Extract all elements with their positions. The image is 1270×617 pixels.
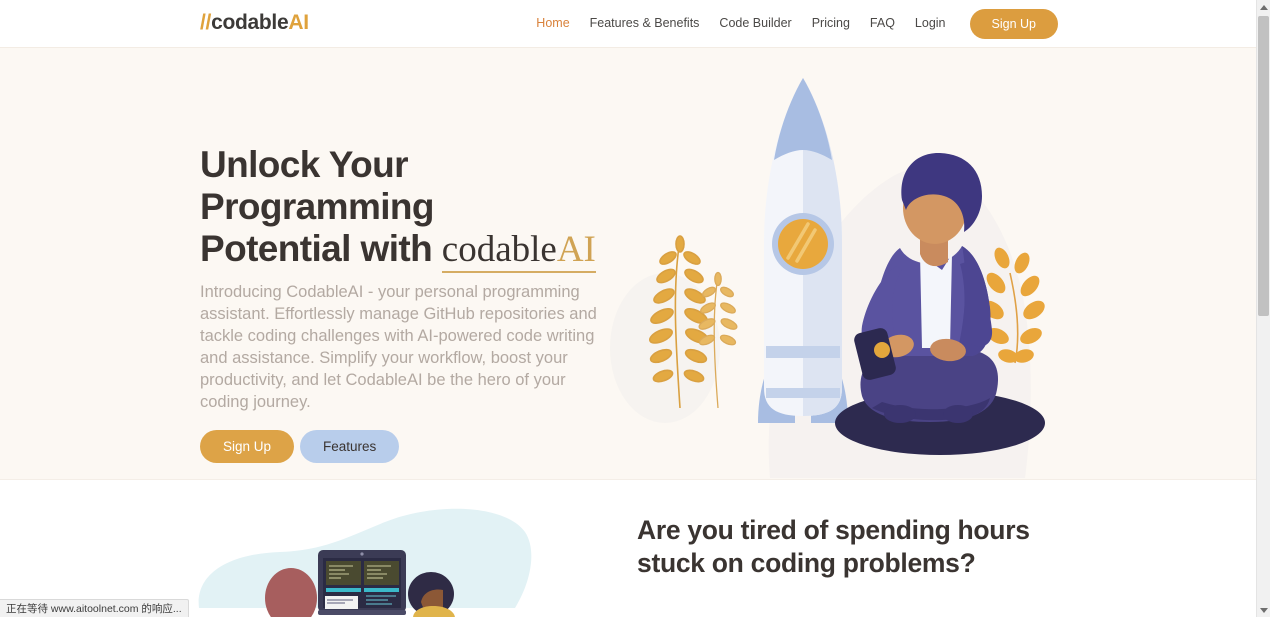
nav-item-pricing[interactable]: Pricing — [802, 0, 860, 47]
person-foot-left — [884, 405, 916, 423]
nav-item-features-benefits[interactable]: Features & Benefits — [580, 0, 710, 47]
rocket-band-upper — [766, 346, 840, 358]
hero-paragraph: Introducing CodableAI - your personal pr… — [200, 283, 597, 412]
browser-status-bar: 正在等待 www.aitoolnet.com 的响应... — [0, 599, 189, 617]
hero-cta-group: Sign Up Features — [200, 430, 620, 464]
main-navigation: Home Features & Benefits Code Builder Pr… — [526, 0, 1058, 47]
hero-title-line-1: Unlock Your Programming — [200, 144, 435, 227]
hero-features-button[interactable]: Features — [300, 430, 400, 464]
hero-text-block: Unlock Your Programming Potential with c… — [200, 144, 620, 464]
person-shirt — [920, 254, 952, 348]
hero-title-line-2-prefix: Potential with — [200, 227, 442, 269]
laptop-collaboration-illustration — [198, 508, 532, 617]
code-block-right — [364, 561, 399, 585]
hero-sign-up-button[interactable]: Sign Up — [200, 430, 295, 464]
nav-item-faq[interactable]: FAQ — [860, 0, 905, 47]
pain-point-heading: Are you tired of spending hours stuck on… — [637, 515, 1030, 579]
hero-illustration — [610, 78, 1045, 478]
pain-point-section: Are you tired of spending hours stuck on… — [0, 479, 1256, 617]
logo-word: codable — [211, 11, 289, 34]
hero-brand-ai: AI — [556, 228, 596, 270]
phone-accent-dot — [874, 342, 890, 358]
nav-item-code-builder[interactable]: Code Builder — [709, 0, 801, 47]
site-logo[interactable]: //codableAI — [200, 11, 309, 35]
nav-item-login[interactable]: Login — [905, 0, 956, 47]
scrollbar-up-arrow-icon[interactable] — [1257, 0, 1270, 14]
header-sign-up-button[interactable]: Sign Up — [969, 8, 1058, 39]
laptop-webcam — [360, 552, 364, 556]
code-highlight-left — [326, 588, 361, 592]
logo-ai-suffix: AI — [288, 11, 309, 34]
hero-brand-name: codableAI — [441, 228, 596, 273]
triangle-up-icon — [1259, 4, 1268, 10]
scrollbar-down-arrow-icon[interactable] — [1257, 603, 1270, 617]
logo-slash: // — [200, 11, 212, 34]
hero-brand-codable: codable — [441, 228, 557, 270]
rocket-illustration — [758, 78, 848, 423]
nav-item-home[interactable]: Home — [526, 0, 579, 47]
rocket-nose-cone — [774, 78, 832, 160]
vertical-scrollbar[interactable] — [1256, 0, 1270, 617]
laptop-base — [318, 610, 406, 615]
person-foot-right — [943, 405, 973, 423]
rocket-band-lower — [766, 388, 840, 398]
triangle-down-icon — [1259, 607, 1268, 613]
scrollbar-thumb[interactable] — [1258, 16, 1269, 316]
rocket-window-glass — [778, 219, 828, 269]
code-highlight-right — [364, 588, 399, 592]
browser-page-viewport: //codableAI Home Features & Benefits Cod… — [0, 0, 1256, 617]
hero-section: Unlock Your Programming Potential with c… — [0, 47, 1256, 479]
code-block-left — [326, 561, 361, 585]
hero-title: Unlock Your Programming Potential with c… — [200, 144, 620, 273]
site-header: //codableAI Home Features & Benefits Cod… — [0, 0, 1256, 47]
